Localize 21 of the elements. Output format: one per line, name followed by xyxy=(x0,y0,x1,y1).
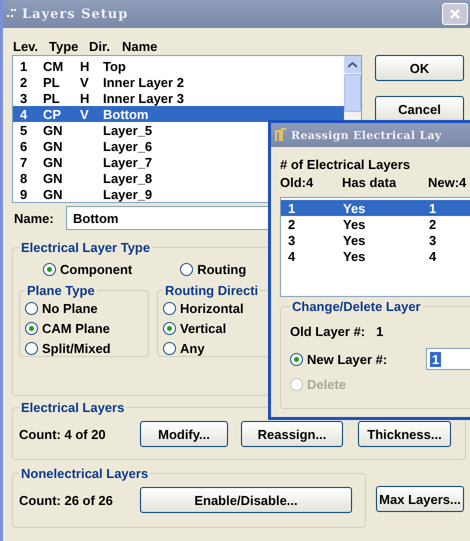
name-label: Name: xyxy=(13,210,55,226)
column-header: Name xyxy=(122,38,158,54)
group-title: Routing Directi xyxy=(164,283,260,298)
window-title: Layers Setup xyxy=(22,6,128,22)
column-header: Lev. xyxy=(13,38,40,54)
count-label: Count: 4 of 20 xyxy=(19,426,107,442)
old-layer-label: Old Layer #: xyxy=(290,324,366,338)
group-title: Electrical Layers xyxy=(20,400,126,415)
column-header: Old:4 xyxy=(280,175,314,192)
group-title: Nonelectrical Layers xyxy=(20,466,150,481)
column-header: Type xyxy=(49,38,80,54)
group-title: Plane Type xyxy=(26,283,96,298)
column-header: Has data xyxy=(342,175,398,192)
column-header: Dir. xyxy=(89,38,111,54)
group-title: Electrical Layer Type xyxy=(20,240,152,255)
section-heading: # of Electrical Layers xyxy=(280,157,412,174)
count-label: Count: 26 of 26 xyxy=(19,492,114,508)
group-title: Change/Delete Layer xyxy=(291,299,422,314)
column-header: New:4 xyxy=(428,175,468,192)
old-layer-value: 1 xyxy=(376,324,384,338)
dialog-title: Reassign Electrical Lay xyxy=(291,128,442,142)
